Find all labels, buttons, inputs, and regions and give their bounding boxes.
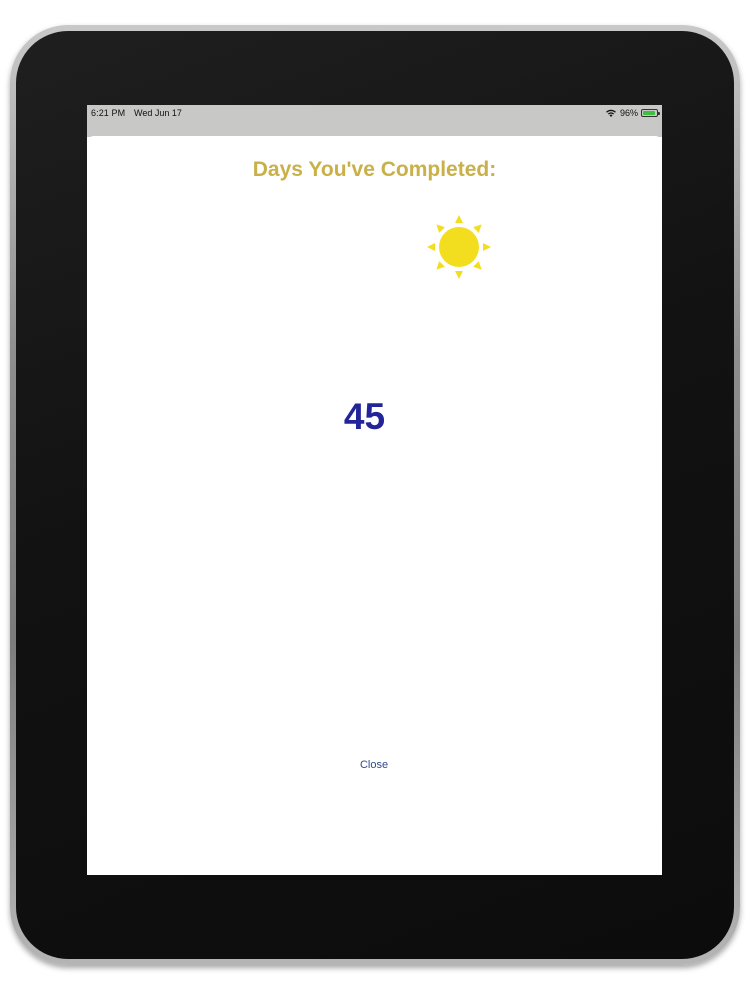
days-completed-modal: Days You've Completed: 45 Close [87,136,662,875]
screen: 6:21 PM Wed Jun 17 96% Days You've Compl… [87,105,662,875]
modal-title: Days You've Completed: [252,158,497,181]
status-bar: 6:21 PM Wed Jun 17 96% [87,105,662,137]
battery-fill [643,111,656,115]
battery-tip [658,112,660,115]
status-date: Wed Jun 17 [134,108,182,118]
days-count: 45 [343,396,386,437]
close-button[interactable]: Close [349,755,399,775]
status-indicators: 96% [605,107,660,119]
status-time: 6:21 PM [91,108,126,118]
battery-percent: 96% [619,108,638,118]
wifi-icon [606,109,616,117]
sun-icon [427,215,491,279]
battery-icon [641,109,660,117]
